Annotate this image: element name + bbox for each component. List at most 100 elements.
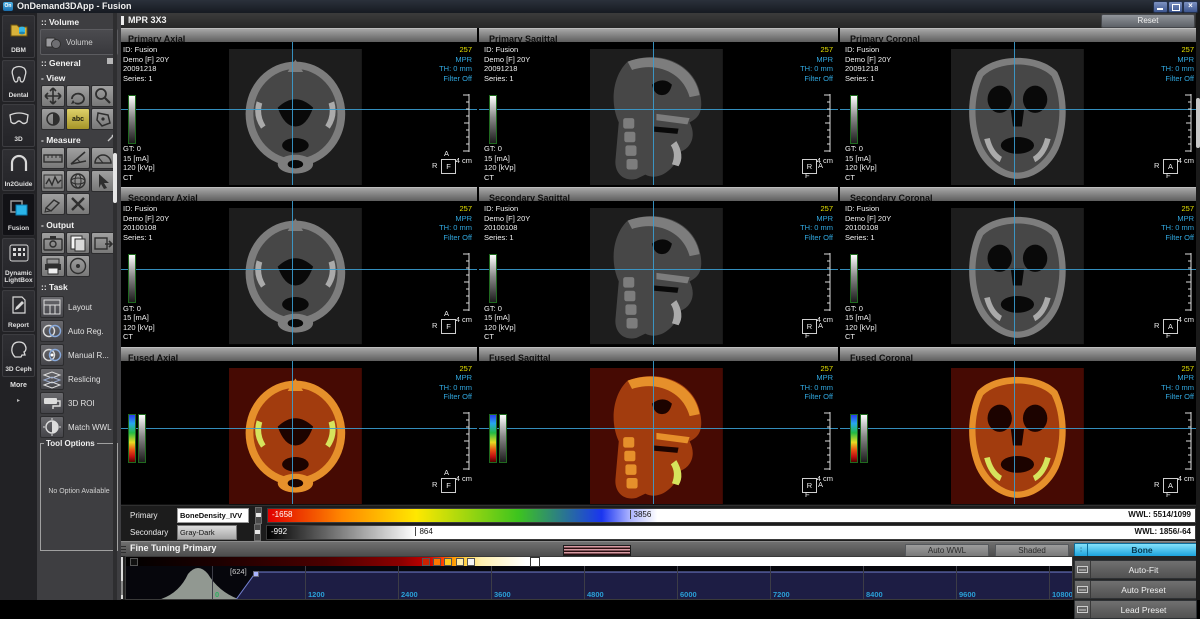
crosshair-horizontal[interactable] bbox=[479, 269, 838, 270]
region-tool-icon[interactable] bbox=[91, 108, 115, 130]
colormap-handle[interactable] bbox=[422, 558, 430, 566]
histogram-plot[interactable]: [624] 0120024003600480060007200840096001… bbox=[125, 556, 1073, 600]
print-tool-icon[interactable] bbox=[41, 255, 65, 277]
viewport-canvas[interactable]: ID: FusionDemo [F] 20Y20100108Series: 1 … bbox=[840, 201, 1199, 344]
lead-preset-button[interactable]: Lead Preset bbox=[1074, 600, 1197, 619]
viewport-canvas[interactable]: 257MPRTH: 0 mmFilter Off 4 cm A RF bbox=[840, 361, 1199, 504]
crosshair-vertical[interactable] bbox=[653, 42, 654, 185]
sidebar-scrollbar[interactable] bbox=[113, 13, 117, 600]
module-item-dbm[interactable]: DBM bbox=[2, 15, 35, 58]
auto-preset-button[interactable]: Auto Preset bbox=[1074, 580, 1197, 599]
crosshair-vertical[interactable] bbox=[292, 361, 293, 504]
viewport-primary-coronal[interactable]: Primary Coronal ID: FusionDemo [F] 20Y20… bbox=[840, 28, 1199, 185]
crosshair-horizontal[interactable] bbox=[479, 109, 838, 110]
viewport-header[interactable]: Secondary Sagittal bbox=[479, 187, 838, 201]
colormap-handle[interactable] bbox=[130, 558, 138, 566]
module-item-fusion[interactable]: Fusion bbox=[2, 193, 35, 236]
primary-lut-select[interactable]: BoneDensity_IVV bbox=[177, 508, 249, 523]
task-button-3d-roi[interactable]: 3D ROI bbox=[40, 392, 118, 414]
auto-fit-button[interactable]: Auto-Fit bbox=[1074, 560, 1197, 579]
module-item-dental[interactable]: Dental bbox=[2, 60, 35, 103]
angle-tool-icon[interactable] bbox=[66, 147, 90, 169]
viewport-secondary-axial[interactable]: Secondary Axial ID: FusionDemo [F] 20Y20… bbox=[118, 187, 477, 344]
crosshair-vertical[interactable] bbox=[292, 201, 293, 344]
crosshair-horizontal[interactable] bbox=[118, 269, 477, 270]
task-button-layout[interactable]: Layout bbox=[40, 296, 118, 318]
colormap-handle[interactable] bbox=[444, 558, 452, 566]
control-point-handle[interactable] bbox=[253, 571, 259, 577]
viewport-fused-axial[interactable]: Fused Axial 257MPRTH: 0 mmFilter Off 4 c… bbox=[118, 347, 477, 504]
secondary-opacity-slider[interactable] bbox=[254, 524, 261, 541]
select-tool-icon[interactable] bbox=[91, 170, 115, 192]
crosshair-vertical[interactable] bbox=[1014, 201, 1015, 344]
rotate-tool-icon[interactable] bbox=[66, 85, 90, 107]
brightness-tool-icon[interactable] bbox=[41, 108, 65, 130]
crosshair-horizontal[interactable] bbox=[118, 428, 477, 429]
tape-tool-icon[interactable] bbox=[41, 193, 65, 215]
task-button-manual-r-[interactable]: Manual R... ▸ bbox=[40, 344, 118, 366]
viewport-secondary-sagittal[interactable]: Secondary Sagittal ID: FusionDemo [F] 20… bbox=[479, 187, 838, 344]
delete-tool-icon[interactable] bbox=[66, 193, 90, 215]
secondary-window-bar[interactable]: -992 864 WWL: 1856/-64 bbox=[266, 525, 1196, 540]
colormap-editor-strip[interactable] bbox=[126, 557, 1072, 566]
module-item-more[interactable]: More ▸ bbox=[2, 379, 35, 411]
copy-tool-icon[interactable] bbox=[66, 232, 90, 254]
viewport-header[interactable]: Primary Axial bbox=[118, 28, 477, 42]
distance-tool-icon[interactable] bbox=[41, 147, 65, 169]
colormap-handle[interactable] bbox=[433, 558, 441, 566]
viewport-canvas[interactable]: ID: FusionDemo [F] 20Y20100108Series: 1 … bbox=[479, 201, 838, 344]
reset-button[interactable]: Reset bbox=[1101, 14, 1195, 28]
module-item-in2guide[interactable]: In2Guide bbox=[2, 149, 35, 192]
crosshair-horizontal[interactable] bbox=[840, 269, 1199, 270]
histogram-area[interactable]: [624] 0120024003600480060007200840096001… bbox=[126, 566, 1072, 599]
crosshair-vertical[interactable] bbox=[1014, 361, 1015, 504]
viewport-canvas[interactable]: ID: FusionDemo [F] 20Y20100108Series: 1 … bbox=[118, 201, 477, 344]
minimize-button[interactable] bbox=[1153, 1, 1168, 13]
abc-tool-icon[interactable]: abc bbox=[66, 108, 90, 130]
crosshair-horizontal[interactable] bbox=[479, 428, 838, 429]
task-button-reslicing[interactable]: Reslicing bbox=[40, 368, 118, 390]
module-item-3d-ceph[interactable]: 3D Ceph bbox=[2, 334, 35, 377]
viewport-header[interactable]: Fused Axial bbox=[118, 347, 477, 361]
primary-window-bar[interactable]: -1658 3856 WWL: 5514/1099 bbox=[267, 508, 1196, 523]
primary-opacity-slider[interactable] bbox=[255, 507, 262, 524]
close-button[interactable]: × bbox=[1183, 1, 1198, 13]
sphere-tool-icon[interactable] bbox=[66, 170, 90, 192]
colormap-handle[interactable] bbox=[456, 558, 464, 566]
colormap-handle[interactable] bbox=[467, 558, 475, 566]
task-button-match-wwl[interactable]: Match WWL bbox=[40, 416, 118, 438]
zoom-tool-icon[interactable] bbox=[91, 85, 115, 107]
viewport-header[interactable]: Primary Sagittal bbox=[479, 28, 838, 42]
viewport-header[interactable]: Fused Sagittal bbox=[479, 347, 838, 361]
viewport-primary-sagittal[interactable]: Primary Sagittal ID: FusionDemo [F] 20Y2… bbox=[479, 28, 838, 185]
crosshair-vertical[interactable] bbox=[653, 201, 654, 344]
viewport-canvas[interactable]: 257MPRTH: 0 mmFilter Off 4 cm F AR bbox=[118, 361, 477, 504]
crosshair-vertical[interactable] bbox=[653, 361, 654, 504]
module-item-report[interactable]: Report bbox=[2, 290, 35, 333]
crosshair-horizontal[interactable] bbox=[840, 109, 1199, 110]
task-button-auto-reg-[interactable]: Auto Reg. bbox=[40, 320, 118, 342]
viewport-header[interactable]: Primary Coronal bbox=[840, 28, 1199, 42]
viewport-header[interactable]: Fused Coronal bbox=[840, 347, 1199, 361]
window-scrollbar[interactable] bbox=[1196, 13, 1200, 600]
burn-tool-icon[interactable] bbox=[66, 255, 90, 277]
viewport-primary-axial[interactable]: Primary Axial ID: FusionDemo [F] 20Y2009… bbox=[118, 28, 477, 185]
viewport-canvas[interactable]: 257MPRTH: 0 mmFilter Off 4 cm R AF bbox=[479, 361, 838, 504]
protractor-tool-icon[interactable] bbox=[91, 147, 115, 169]
profile-tool-icon[interactable] bbox=[41, 170, 65, 192]
viewport-canvas[interactable]: ID: FusionDemo [F] 20Y20091218Series: 1 … bbox=[479, 42, 838, 185]
export-tool-icon[interactable] bbox=[91, 232, 115, 254]
volume-button[interactable]: Volume bbox=[40, 29, 118, 55]
crosshair-vertical[interactable] bbox=[292, 42, 293, 185]
viewport-canvas[interactable]: ID: FusionDemo [F] 20Y20091218Series: 1 … bbox=[118, 42, 477, 185]
capture-tool-icon[interactable] bbox=[41, 232, 65, 254]
pan-tool-icon[interactable] bbox=[41, 85, 65, 107]
secondary-lut-select[interactable]: Gray-Dark bbox=[177, 525, 237, 540]
crosshair-vertical[interactable] bbox=[1014, 42, 1015, 185]
viewport-fused-coronal[interactable]: Fused Coronal 257MPRTH: 0 mmFilter Off 4… bbox=[840, 347, 1199, 504]
module-item-dynamic-lightbox[interactable]: Dynamic LightBox bbox=[2, 238, 35, 288]
restore-button[interactable] bbox=[1168, 1, 1183, 13]
crosshair-horizontal[interactable] bbox=[840, 428, 1199, 429]
viewport-fused-sagittal[interactable]: Fused Sagittal 257MPRTH: 0 mmFilter Off … bbox=[479, 347, 838, 504]
viewport-header[interactable]: Secondary Axial bbox=[118, 187, 477, 201]
